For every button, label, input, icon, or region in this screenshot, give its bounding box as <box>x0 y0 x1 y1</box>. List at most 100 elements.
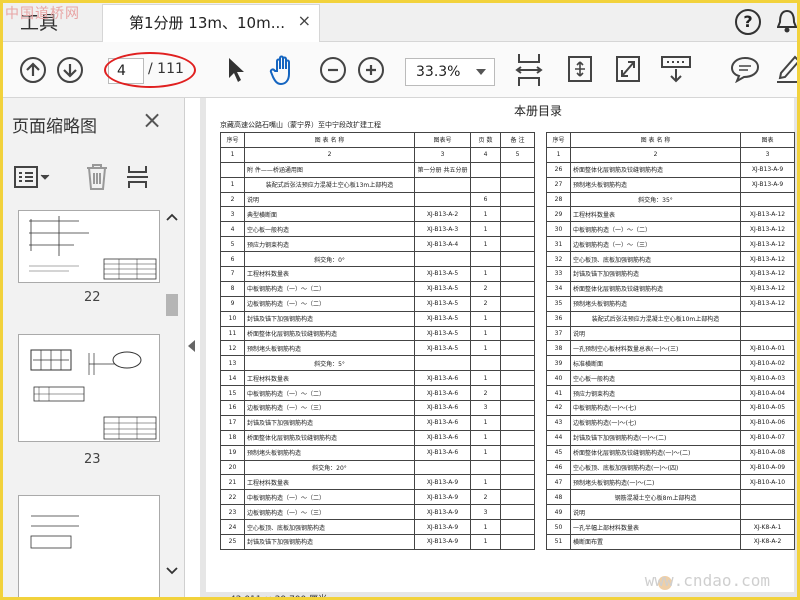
table-cell <box>470 459 501 476</box>
table-cell: 1 <box>470 325 501 342</box>
page-thumbnail-22[interactable] <box>18 210 160 283</box>
table-cell: 封锚及锚下加强钢筋构造 <box>570 266 741 282</box>
table-cell: 49 <box>546 504 571 521</box>
table-cell: 3 <box>220 206 245 223</box>
table-cell: 18 <box>220 429 245 446</box>
table-cell: XJ-B13-A-2 <box>414 206 471 223</box>
zoom-in-button[interactable] <box>358 57 384 83</box>
table-cell: 28 <box>546 191 571 208</box>
table-cell: 1 <box>470 266 501 282</box>
table-cell: XJ-B10-A-07 <box>740 429 795 446</box>
thumbnail-scrollbar[interactable] <box>162 210 182 580</box>
pen-icon[interactable] <box>775 54 800 84</box>
table-cell: 边板钢筋构造（一）～（三） <box>244 504 415 521</box>
thumbnail-list[interactable]: 22 23 <box>0 210 160 600</box>
highlight-ellipse <box>104 52 196 88</box>
table-cell: 2 <box>470 295 501 312</box>
table-cell: 20 <box>220 459 245 476</box>
extract-pages-icon[interactable] <box>126 162 156 192</box>
rotate-view-icon[interactable] <box>566 54 594 84</box>
table-cell: 17 <box>220 414 245 431</box>
table-cell <box>414 459 471 476</box>
table-cell: 1 <box>470 429 501 446</box>
scroll-up-icon[interactable] <box>166 212 178 222</box>
scrollbar-thumb[interactable] <box>166 294 178 316</box>
thumbnail-panel: 页面缩略图 × 22 23 <box>0 98 185 600</box>
table-row: 22 中板钢筋构造（一）～（二） XJ-B13-A-9 2 <box>220 489 535 506</box>
table-row: 26 桥面整体化层钢筋及铰缝钢筋构造 XJ-B13-A-9 <box>546 161 795 178</box>
thumbnail-drawing <box>29 216 157 280</box>
column-header: 序号 <box>220 132 245 148</box>
bell-icon[interactable] <box>777 8 797 34</box>
table-cell: 预制堵头板钢筋构造 <box>570 176 741 193</box>
close-tab-icon[interactable]: × <box>298 11 311 30</box>
table-cell: XJ-K8-A-1 <box>740 519 795 536</box>
arrow-up-icon <box>26 62 40 76</box>
table-cell <box>500 519 535 536</box>
full-screen-icon[interactable] <box>614 54 642 84</box>
select-cursor-icon[interactable] <box>226 56 246 84</box>
scroll-down-icon[interactable] <box>166 566 178 576</box>
table-cell: XJ-B13-A-5 <box>414 340 471 357</box>
collapse-panel-icon[interactable] <box>188 340 195 352</box>
page-thumbnail-23[interactable] <box>18 334 160 442</box>
previous-page-button[interactable] <box>20 57 46 83</box>
help-icon[interactable]: ? <box>735 9 761 35</box>
table-cell: 1 <box>470 310 501 327</box>
table-cell <box>470 251 501 268</box>
table-cell: XJ-B13-A-12 <box>740 236 795 253</box>
zoom-out-button[interactable] <box>320 57 346 83</box>
table-cell <box>414 251 471 268</box>
page-thumbnail-24[interactable] <box>18 495 160 600</box>
table-row: 15 中板钢筋构造（一）～（二） XJ-B13-A-6 2 <box>220 385 535 402</box>
table-row: 41 预应力钢束构造 XJ-B10-A-04 <box>546 385 795 402</box>
table-row: 38 一孔预制空心板材料数量总表(一)～(三) XJ-B10-A-01 <box>546 340 795 357</box>
close-panel-icon[interactable]: × <box>142 106 162 134</box>
trash-icon[interactable] <box>84 162 110 192</box>
table-cell <box>500 161 535 178</box>
table-cell: 6 <box>220 251 245 268</box>
table-cell: XJ-B13-A-12 <box>740 206 795 223</box>
column-index: 4 <box>470 146 501 163</box>
table-cell: 钢筋混凝土空心板8m上部构造 <box>570 489 741 506</box>
comment-icon[interactable] <box>730 55 760 83</box>
table-cell: XJ-B10-A-06 <box>740 414 795 431</box>
scroll-mode-icon[interactable] <box>660 54 692 84</box>
table-row: 27 预制堵头板钢筋构造 XJ-B13-A-9 <box>546 176 795 193</box>
table-cell: 空心板一般构造 <box>570 370 741 387</box>
column-index: 3 <box>414 146 471 163</box>
table-row: 4 空心板一般构造 XJ-B13-A-3 1 <box>220 221 535 238</box>
table-row: 24 空心板顶、底板加强钢筋构造 XJ-B13-A-9 1 <box>220 519 535 536</box>
table-cell: XJ-B13-A-9 <box>740 161 795 178</box>
table-row: 33 封锚及锚下加强钢筋构造 XJ-B13-A-12 <box>546 266 795 282</box>
table-row: 31 边板钢筋构造（一）～（三） XJ-B13-A-12 <box>546 236 795 253</box>
table-cell: 空心板顶、底板加强钢筋构造 <box>570 251 741 268</box>
next-page-button[interactable] <box>57 57 83 83</box>
table-cell: XJ-B13-A-5 <box>414 325 471 342</box>
table-cell: 8 <box>220 280 245 297</box>
zoom-select[interactable]: 33.3% <box>405 58 495 86</box>
arrow-down-icon <box>63 64 77 78</box>
hand-tool-icon[interactable] <box>268 53 300 87</box>
table-cell: 1 <box>470 534 501 550</box>
fit-page-icon[interactable] <box>515 52 543 88</box>
table-cell: 42 <box>546 400 571 416</box>
table-cell: 43 <box>546 414 571 431</box>
options-icon[interactable] <box>14 164 52 190</box>
document-viewport[interactable]: 本册目录 京藏高速公路石嘴山（蒙宁界）至中宁段改扩建工程 序号图 表 名 称图表… <box>200 98 800 600</box>
table-cell: 封锚及锚下加强钢筋构造 <box>244 414 415 431</box>
table-cell: XJ-B13-A-6 <box>414 429 471 446</box>
table-cell: 工程材料数量表 <box>244 266 415 282</box>
column-header: 图表 <box>740 132 795 148</box>
table-cell <box>500 489 535 506</box>
table-cell: 预制堵头板钢筋构造 <box>244 340 415 357</box>
table-row: 3 典型横断面 XJ-B13-A-2 1 <box>220 206 535 223</box>
table-cell <box>500 474 535 491</box>
table-cell: 14 <box>220 370 245 387</box>
table-cell <box>500 280 535 297</box>
table-cell: XJ-B10-A-01 <box>740 340 795 357</box>
table-row: 14 工程材料数量表 XJ-B13-A-6 1 <box>220 370 535 387</box>
table-cell: 桥面整体化层钢筋及铰缝钢筋构造 <box>244 325 415 342</box>
table-cell: 35 <box>546 295 571 312</box>
tab-document[interactable]: 第1分册 13m、10m... × <box>102 4 320 42</box>
